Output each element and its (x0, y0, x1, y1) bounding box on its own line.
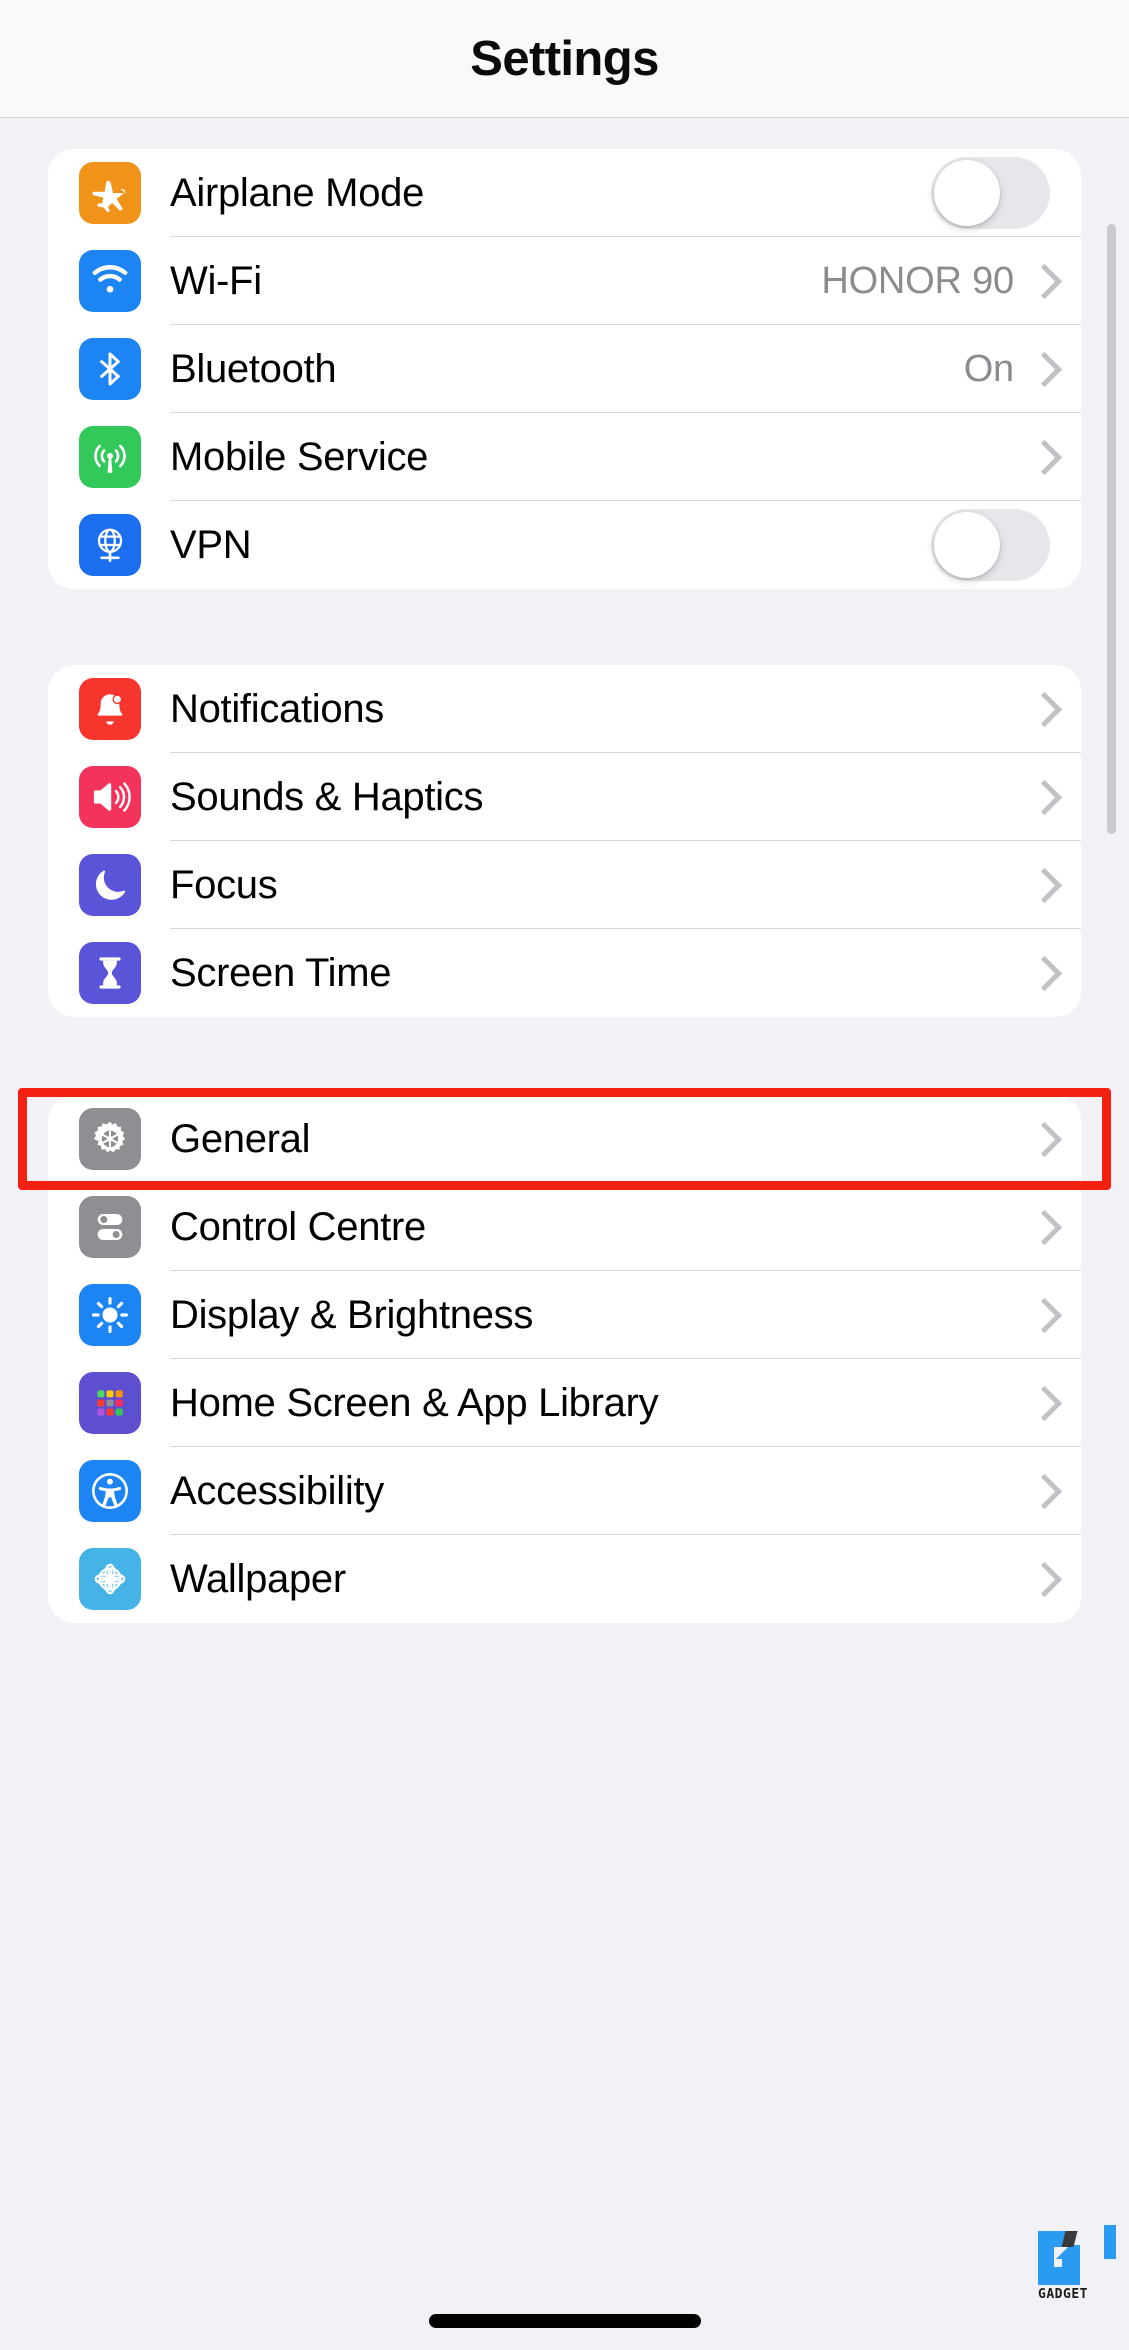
row-accessory (1032, 1211, 1050, 1243)
chevron-right-icon (1032, 1211, 1050, 1243)
bell-icon (79, 678, 141, 740)
settings-row-sounds-haptics[interactable]: Sounds & Haptics (48, 753, 1081, 841)
settings-screen: Settings Airplane Mode Wi-Fi HONOR 90 Bl… (0, 0, 1129, 2350)
settings-row-notifications[interactable]: Notifications (48, 665, 1081, 753)
page-title: Settings (470, 31, 659, 86)
settings-row-accessibility[interactable]: Accessibility (48, 1447, 1081, 1535)
settings-row-label: General (170, 1116, 311, 1161)
chevron-right-icon (1032, 957, 1050, 989)
moon-icon (79, 854, 141, 916)
settings-row-label: Control Centre (170, 1204, 426, 1249)
gadget-logo-bar (1104, 2225, 1116, 2259)
wifi-network-value: HONOR 90 (821, 259, 1014, 302)
settings-row-label: Focus (170, 862, 278, 907)
gear-icon (79, 1108, 141, 1170)
bluetooth-icon (79, 338, 141, 400)
speaker-icon (79, 766, 141, 828)
settings-row-label: Display & Brightness (170, 1292, 534, 1337)
settings-row-control-centre[interactable]: Control Centre (48, 1183, 1081, 1271)
chevron-right-icon (1032, 441, 1050, 473)
settings-row-label: Home Screen & App Library (170, 1380, 659, 1425)
row-accessory (1032, 441, 1050, 473)
watermark: GADGET (1015, 2225, 1116, 2302)
toggle-knob (934, 160, 1000, 226)
settings-row-general[interactable]: General (48, 1095, 1081, 1183)
row-accessory (1032, 1123, 1050, 1155)
chevron-right-icon (1032, 1563, 1050, 1595)
settings-row-wallpaper[interactable]: Wallpaper (48, 1535, 1081, 1623)
chevron-right-icon (1032, 781, 1050, 813)
settings-row-label: Wallpaper (170, 1556, 346, 1601)
app-grid-icon (79, 1372, 141, 1434)
settings-scroll-area[interactable]: Airplane Mode Wi-Fi HONOR 90 Bluetooth O… (0, 149, 1129, 2350)
row-accessory (1032, 693, 1050, 725)
row-accessory: HONOR 90 (821, 260, 1050, 303)
settings-row-home-screen-app-library[interactable]: Home Screen & App Library (48, 1359, 1081, 1447)
row-accessory (931, 509, 1050, 581)
chevron-right-icon (1032, 1123, 1050, 1155)
settings-row-label: Bluetooth (170, 346, 337, 391)
vertical-scrollbar[interactable] (1107, 224, 1116, 834)
navigation-bar: Settings (0, 0, 1129, 118)
wifi-icon (79, 250, 141, 312)
control-centre-icon (79, 1196, 141, 1258)
row-accessory (1032, 1387, 1050, 1419)
chevron-right-icon (1032, 353, 1050, 385)
chevron-right-icon (1032, 693, 1050, 725)
settings-row-focus[interactable]: Focus (48, 841, 1081, 929)
row-accessory (1032, 1299, 1050, 1331)
chevron-right-icon (1032, 1475, 1050, 1507)
chevron-right-icon (1032, 1387, 1050, 1419)
settings-row-label: Sounds & Haptics (170, 774, 484, 819)
row-accessory (1032, 1475, 1050, 1507)
row-accessory (931, 157, 1050, 229)
home-indicator[interactable] (428, 2314, 701, 2328)
toggle-knob (934, 512, 1000, 578)
brightness-icon (79, 1284, 141, 1346)
airplane-icon (79, 162, 141, 224)
row-accessory (1032, 781, 1050, 813)
chevron-right-icon (1032, 265, 1050, 297)
settings-row-vpn[interactable]: VPN (48, 501, 1081, 589)
gadget-logo-icon (1032, 2225, 1116, 2285)
settings-row-label: Screen Time (170, 950, 392, 995)
airplane-mode-toggle[interactable] (931, 157, 1050, 229)
settings-row-screen-time[interactable]: Screen Time (48, 929, 1081, 1017)
bluetooth-state-value: On (963, 347, 1014, 390)
row-accessory: On (964, 348, 1050, 391)
settings-row-label: Notifications (170, 686, 384, 731)
watermark-text: GADGET (1038, 2287, 1088, 2302)
settings-row-label: Airplane Mode (170, 170, 425, 215)
settings-row-bluetooth[interactable]: Bluetooth On (48, 325, 1081, 413)
accessibility-icon (79, 1460, 141, 1522)
chevron-right-icon (1032, 869, 1050, 901)
antenna-icon (79, 426, 141, 488)
settings-row-label: Mobile Service (170, 434, 429, 479)
vpn-toggle[interactable] (931, 509, 1050, 581)
chevron-right-icon (1032, 1299, 1050, 1331)
row-accessory (1032, 957, 1050, 989)
hourglass-icon (79, 942, 141, 1004)
settings-row-display-brightness[interactable]: Display & Brightness (48, 1271, 1081, 1359)
settings-row-label: VPN (170, 522, 252, 567)
settings-row-label: Wi-Fi (170, 258, 262, 303)
row-accessory (1032, 1563, 1050, 1595)
settings-row-wifi[interactable]: Wi-Fi HONOR 90 (48, 237, 1081, 325)
settings-group-system: General Control Centre Display & Brightn… (48, 1095, 1081, 1623)
row-accessory (1032, 869, 1050, 901)
globe-vpn-icon (79, 514, 141, 576)
settings-row-label: Accessibility (170, 1468, 384, 1513)
settings-row-airplane-mode[interactable]: Airplane Mode (48, 149, 1081, 237)
settings-group-alerts: Notifications Sounds & Haptics Focus Scr… (48, 665, 1081, 1017)
flower-icon (79, 1548, 141, 1610)
settings-row-mobile-service[interactable]: Mobile Service (48, 413, 1081, 501)
settings-group-connectivity: Airplane Mode Wi-Fi HONOR 90 Bluetooth O… (48, 149, 1081, 589)
